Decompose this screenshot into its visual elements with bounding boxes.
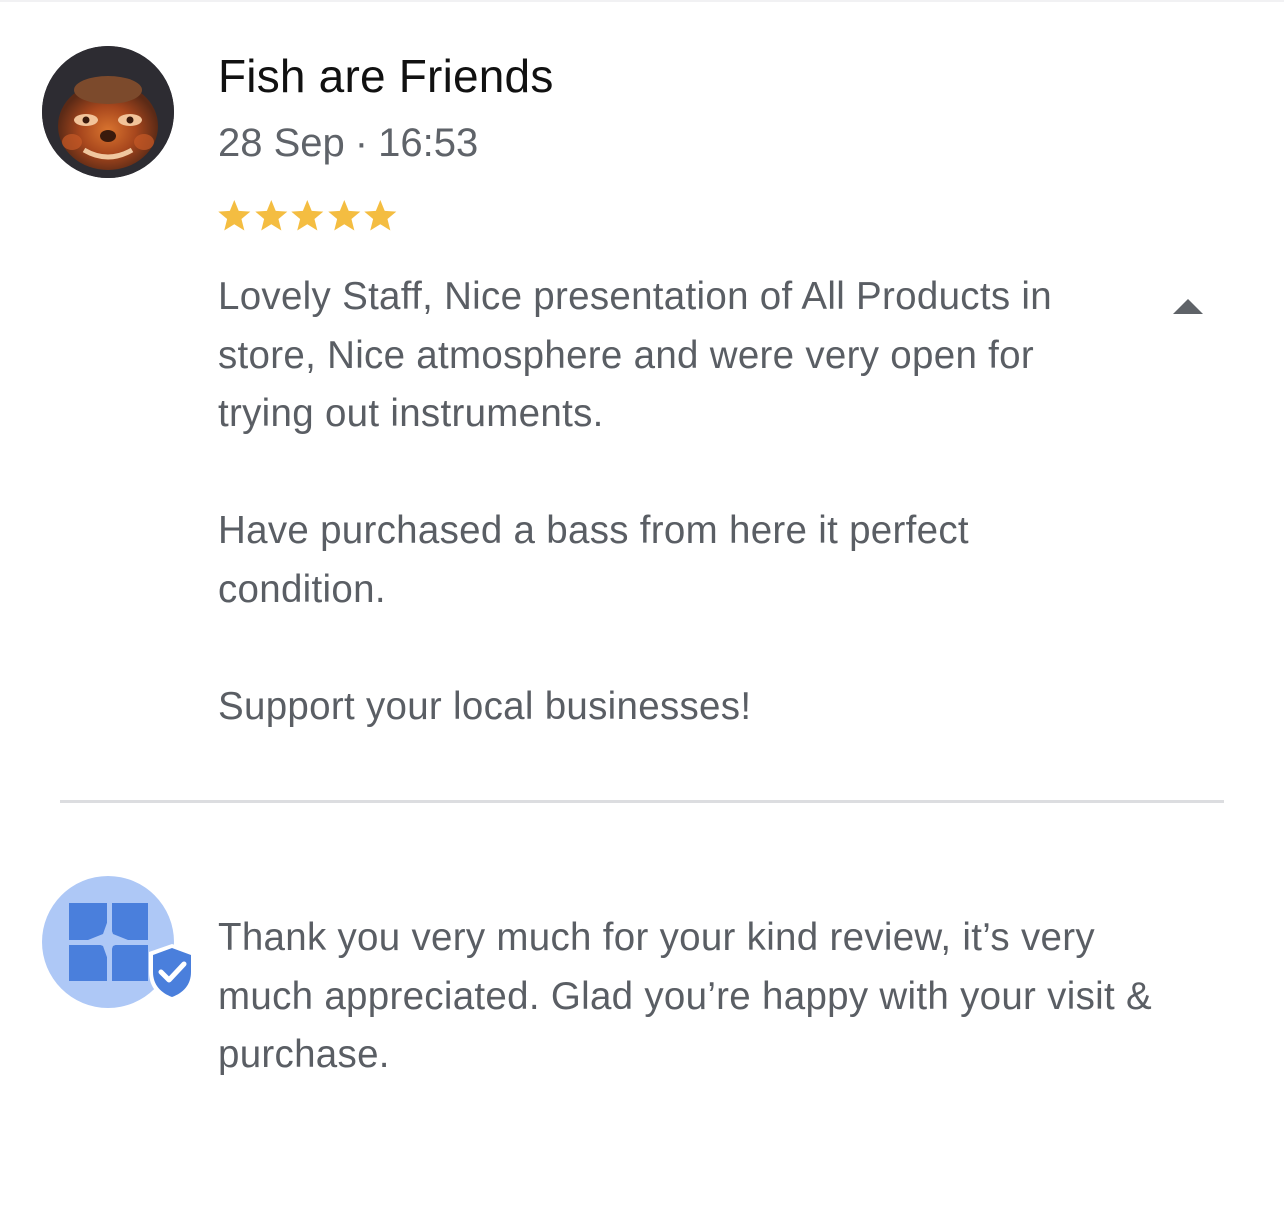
review-text: Lovely Staff, Nice presentation of All P… — [218, 268, 1118, 736]
owner-response-text: Thank you very much for your kind review… — [218, 909, 1178, 1085]
review-date: 28 Sep — [218, 121, 345, 165]
review-time: 16:53 — [378, 121, 479, 165]
star-icon — [218, 199, 251, 231]
reviewer-avatar[interactable] — [42, 46, 174, 178]
star-rating — [216, 196, 399, 240]
review-paragraph: Lovely Staff, Nice presentation of All P… — [218, 275, 1052, 435]
reviewer-name[interactable]: Fish are Friends — [218, 48, 554, 104]
store-verified-icon — [42, 876, 195, 1008]
section-divider — [60, 800, 1224, 803]
review-timestamp: 28 Sep · 16:53 — [218, 118, 478, 168]
top-divider — [0, 0, 1284, 2]
reviewer-photo — [42, 46, 174, 178]
star-icon — [364, 199, 397, 231]
collapse-button[interactable] — [1170, 294, 1206, 318]
review-paragraph: Have purchased a bass from here it perfe… — [218, 509, 969, 611]
owner-avatar[interactable] — [42, 876, 198, 1012]
meta-separator: · — [354, 121, 369, 165]
star-icon — [291, 199, 324, 231]
caret-up-icon — [1173, 299, 1203, 314]
review-paragraph: Support your local businesses! — [218, 684, 752, 728]
star-icon — [328, 199, 361, 231]
star-icon — [254, 199, 287, 231]
response-paragraph: Thank you very much for your kind review… — [218, 916, 1152, 1076]
